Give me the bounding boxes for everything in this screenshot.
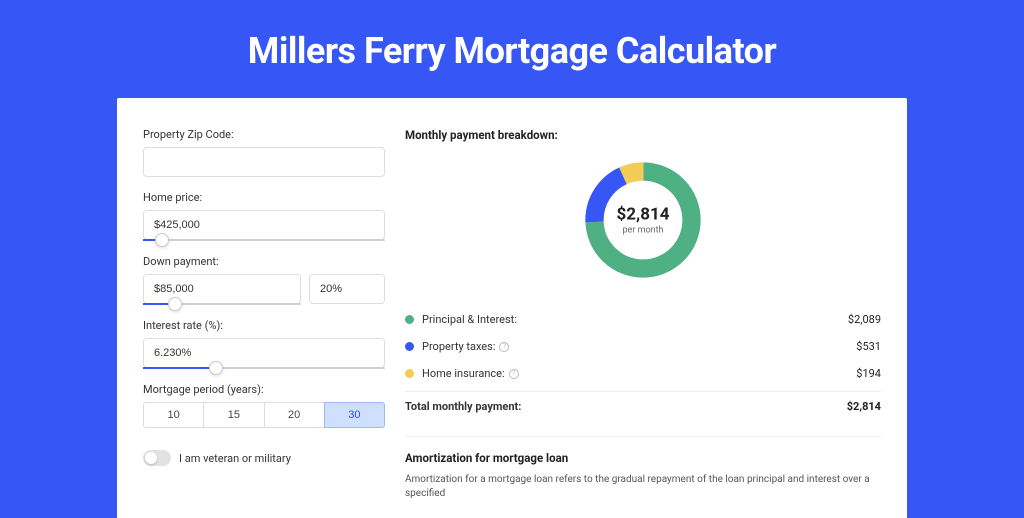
amortization-section: Amortization for mortgage loan Amortizat… (405, 436, 881, 501)
legend-text: Principal & Interest: (422, 313, 517, 326)
legend-row-insurance: Home insurance: ? $194 (405, 360, 881, 387)
legend-total-label: Total monthly payment: (405, 400, 847, 413)
breakdown-header: Monthly payment breakdown: (405, 128, 881, 142)
down-payment-percent-input[interactable] (309, 274, 385, 304)
interest-rate-block: Interest rate (%): (143, 319, 385, 369)
home-price-slider[interactable] (143, 239, 385, 241)
legend-row-taxes: Property taxes: ? $531 (405, 333, 881, 360)
zip-label: Property Zip Code: (143, 128, 385, 141)
slider-thumb[interactable] (168, 297, 182, 311)
period-buttons: 10 15 20 30 (143, 402, 385, 428)
period-btn-10[interactable]: 10 (143, 402, 204, 428)
home-price-input[interactable] (143, 210, 385, 240)
donut-value: $2,814 (617, 205, 670, 225)
slider-thumb[interactable] (209, 361, 223, 375)
veteran-row: I am veteran or military (143, 450, 385, 466)
dot-icon (405, 369, 414, 378)
legend-amount: $194 (856, 367, 881, 380)
slider-fill (143, 367, 216, 369)
legend-label: Principal & Interest: (422, 313, 848, 326)
down-payment-slider[interactable] (143, 303, 301, 305)
legend-label: Home insurance: ? (422, 367, 856, 380)
legend-amount: $531 (856, 340, 881, 353)
interest-rate-input[interactable] (143, 338, 385, 368)
breakdown-column: Monthly payment breakdown: $2,814 per mo… (405, 128, 881, 488)
calculator-card: Property Zip Code: Home price: Down paym… (117, 98, 907, 518)
period-btn-20[interactable]: 20 (264, 402, 325, 428)
dot-icon (405, 315, 414, 324)
info-icon[interactable]: ? (499, 342, 509, 352)
amortization-title: Amortization for mortgage loan (405, 451, 881, 465)
donut-wrap: $2,814 per month (405, 156, 881, 284)
legend-amount: $2,089 (848, 313, 881, 326)
legend-total-row: Total monthly payment: $2,814 (405, 391, 881, 420)
amortization-text: Amortization for a mortgage loan refers … (405, 473, 881, 501)
interest-rate-slider[interactable] (143, 367, 385, 369)
legend-total-amount: $2,814 (847, 400, 881, 413)
toggle-knob (145, 452, 157, 464)
legend-text: Property taxes: (422, 340, 495, 353)
veteran-label: I am veteran or military (179, 452, 291, 465)
period-btn-30[interactable]: 30 (324, 402, 385, 428)
home-price-block: Home price: (143, 191, 385, 241)
info-icon[interactable]: ? (509, 369, 519, 379)
interest-rate-label: Interest rate (%): (143, 319, 385, 332)
legend-label: Property taxes: ? (422, 340, 856, 353)
period-block: Mortgage period (years): 10 15 20 30 (143, 383, 385, 428)
veteran-toggle[interactable] (143, 450, 171, 466)
period-btn-15[interactable]: 15 (203, 402, 264, 428)
legend: Principal & Interest: $2,089 Property ta… (405, 306, 881, 420)
zip-input[interactable] (143, 147, 385, 177)
donut-center: $2,814 per month (617, 205, 670, 236)
legend-row-principal: Principal & Interest: $2,089 (405, 306, 881, 333)
down-payment-block: Down payment: (143, 255, 385, 305)
zip-block: Property Zip Code: (143, 128, 385, 177)
slider-thumb[interactable] (155, 233, 169, 247)
legend-text: Home insurance: (422, 367, 505, 380)
down-payment-amount-input[interactable] (143, 274, 301, 304)
period-label: Mortgage period (years): (143, 383, 385, 396)
home-price-label: Home price: (143, 191, 385, 204)
page-title: Millers Ferry Mortgage Calculator (0, 0, 1024, 98)
down-payment-label: Down payment: (143, 255, 385, 268)
donut-chart: $2,814 per month (579, 156, 707, 284)
donut-sub: per month (617, 226, 670, 236)
dot-icon (405, 342, 414, 351)
form-column: Property Zip Code: Home price: Down paym… (143, 128, 385, 488)
